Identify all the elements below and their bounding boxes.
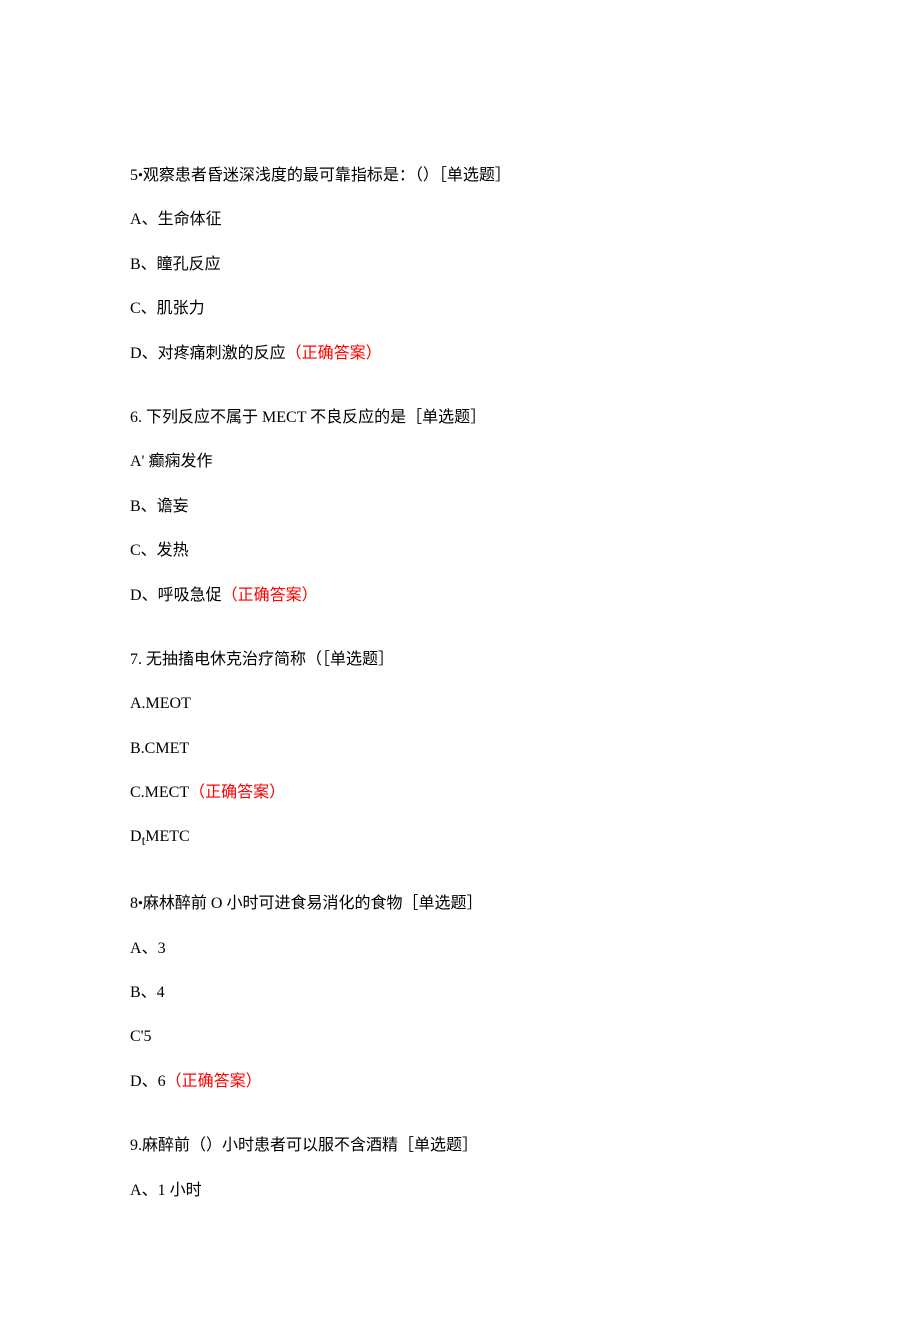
option-d: DtMETC <box>130 826 790 851</box>
option-c: C.MECT（正确答案） <box>130 782 790 804</box>
option-letter: B <box>130 984 141 1001</box>
option-letter: A' <box>130 453 148 470</box>
option-a: A' 癫痫发作 <box>130 451 790 473</box>
option-text: 、对疼痛刺激的反应 <box>142 345 286 362</box>
option-letter: A <box>130 1182 142 1199</box>
option-b: B、瞳孔反应 <box>130 254 790 276</box>
option-text: 、4 <box>141 984 165 1001</box>
option-letter: D <box>130 1073 142 1090</box>
question-8: 8•麻林醉前 O 小时可进食易消化的食物［单选题］ A、3 B、4 C'5 D、… <box>130 893 790 1093</box>
stem-text: 无抽搐电休克治疗简称（［单选题］ <box>146 651 394 668</box>
option-letter: D <box>130 587 142 604</box>
option-b: B.CMET <box>130 738 790 760</box>
option-d: D、呼吸急促（正确答案） <box>130 585 790 607</box>
option-text: 、瞳孔反应 <box>141 256 221 273</box>
option-text: D <box>130 828 142 845</box>
option-letter: A <box>130 211 142 228</box>
stem-text: 不良反应的是［单选题］ <box>310 409 486 426</box>
option-letter: A <box>130 940 142 957</box>
option-text: A.MEOT <box>130 695 191 712</box>
correct-answer-marker: （正确答案） <box>222 587 318 604</box>
option-text: C.MECT <box>130 784 189 801</box>
option-text: 、3 <box>142 940 166 957</box>
question-stem: 7. 无抽搐电休克治疗简称（［单选题］ <box>130 649 790 671</box>
option-c: C、肌张力 <box>130 298 790 320</box>
question-number: 8 <box>130 895 138 912</box>
option-c: C'5 <box>130 1026 790 1048</box>
question-stem: 9.麻醉前（）小时患者可以服不含酒精［单选题］ <box>130 1135 790 1157</box>
option-letter: D <box>130 345 142 362</box>
option-d: D、对疼痛刺激的反应（正确答案） <box>130 343 790 365</box>
stem-text: 下列反应不属于 <box>146 409 262 426</box>
option-text: METC <box>145 828 189 845</box>
question-stem: 5•观察患者昏迷深浅度的最可靠指标是：（）［单选题］ <box>130 165 790 187</box>
stem-text: 麻醉前（）小时患者可以服不含酒精［单选题］ <box>142 1137 478 1154</box>
correct-answer-marker: （正确答案） <box>286 345 382 362</box>
question-number: 9. <box>130 1137 142 1154</box>
option-c: C、发热 <box>130 540 790 562</box>
question-stem: 8•麻林醉前 O 小时可进食易消化的食物［单选题］ <box>130 893 790 915</box>
option-b: B、谵妄 <box>130 496 790 518</box>
option-text: C'5 <box>130 1028 152 1045</box>
question-6: 6. 下列反应不属于 MECT 不良反应的是［单选题］ A' 癫痫发作 B、谵妄… <box>130 407 790 607</box>
option-letter: C <box>130 300 141 317</box>
option-letter: C <box>130 542 141 559</box>
stem-text: 麻林醉前 O 小时可进食易消化的食物［单选题］ <box>143 895 483 912</box>
option-text: 、呼吸急促 <box>142 587 222 604</box>
question-number: 6. <box>130 409 146 426</box>
option-letter: B <box>130 256 141 273</box>
option-b: B、4 <box>130 982 790 1004</box>
question-5: 5•观察患者昏迷深浅度的最可靠指标是：（）［单选题］ A、生命体征 B、瞳孔反应… <box>130 165 790 365</box>
option-text: 、谵妄 <box>141 498 189 515</box>
document-page: 5•观察患者昏迷深浅度的最可靠指标是：（）［单选题］ A、生命体征 B、瞳孔反应… <box>0 0 920 1344</box>
correct-answer-marker: （正确答案） <box>189 784 285 801</box>
question-number: 5 <box>130 167 138 184</box>
option-letter: B <box>130 498 141 515</box>
stem-text: 观察患者昏迷深浅度的最可靠指标是：（）［单选题］ <box>143 167 511 184</box>
question-9: 9.麻醉前（）小时患者可以服不含酒精［单选题］ A、1 小时 <box>130 1135 790 1202</box>
option-a: A.MEOT <box>130 693 790 715</box>
option-text: 、6 <box>142 1073 166 1090</box>
option-text: 、发热 <box>141 542 189 559</box>
option-text: 、1 小时 <box>142 1182 202 1199</box>
option-text: 、肌张力 <box>141 300 205 317</box>
question-number: 7. <box>130 651 146 668</box>
question-stem: 6. 下列反应不属于 MECT 不良反应的是［单选题］ <box>130 407 790 429</box>
option-text: B.CMET <box>130 740 189 757</box>
correct-answer-marker: （正确答案） <box>166 1073 262 1090</box>
option-a: A、1 小时 <box>130 1180 790 1202</box>
stem-latin: MECT <box>262 409 310 426</box>
option-a: A、生命体征 <box>130 209 790 231</box>
option-text: 、生命体征 <box>142 211 222 228</box>
question-7: 7. 无抽搐电休克治疗简称（［单选题］ A.MEOT B.CMET C.MECT… <box>130 649 790 851</box>
option-a: A、3 <box>130 938 790 960</box>
option-text: 癫痫发作 <box>148 453 212 470</box>
option-d: D、6（正确答案） <box>130 1071 790 1093</box>
